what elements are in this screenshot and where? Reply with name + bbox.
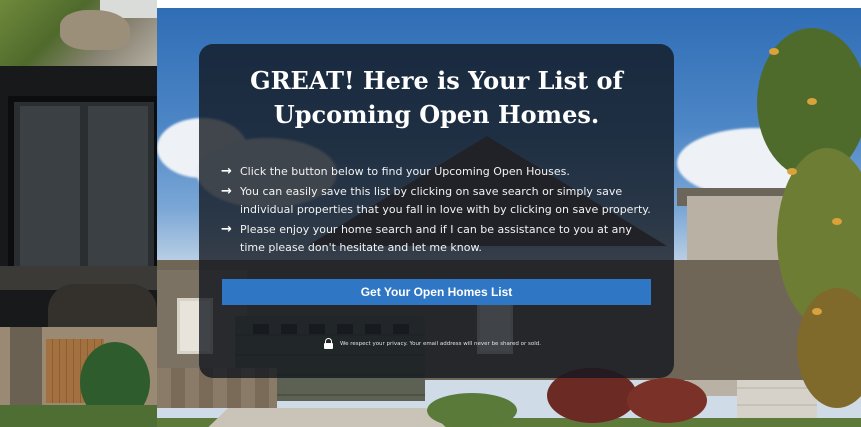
- leaf: [807, 98, 817, 105]
- arrow-right-icon: →: [221, 184, 232, 199]
- photo-yard-thumbnail: [0, 327, 157, 427]
- info-bullet-list: → Click the button below to find your Up…: [221, 163, 651, 259]
- info-bullet: → Please enjoy your home search and if I…: [221, 221, 651, 257]
- get-open-homes-list-button[interactable]: Get Your Open Homes List: [222, 279, 651, 305]
- house-siding: [10, 327, 42, 407]
- info-bullet: → Click the button below to find your Up…: [221, 163, 651, 181]
- chair: [48, 284, 157, 327]
- bullet-text: Please enjoy your home search and if I c…: [240, 223, 632, 254]
- rock: [60, 10, 130, 50]
- bullet-text: You can easily save this list by clickin…: [240, 185, 651, 216]
- privacy-text: We respect your privacy. Your email addr…: [340, 340, 542, 347]
- leaf: [787, 168, 797, 175]
- open-homes-card: GREAT! Here is Your List of Upcoming Ope…: [199, 44, 674, 378]
- window-pane: [20, 106, 80, 266]
- lawn: [0, 405, 157, 427]
- lock-body: [324, 343, 333, 349]
- leaf: [769, 48, 779, 55]
- shrub: [427, 393, 517, 427]
- shrub: [627, 378, 707, 423]
- card-headline: GREAT! Here is Your List of Upcoming Ope…: [199, 64, 674, 132]
- photo-interior-thumbnail: [0, 66, 157, 327]
- headline-line-1: GREAT! Here is Your List of: [250, 66, 623, 95]
- bullet-text: Click the button below to find your Upco…: [240, 165, 570, 178]
- leaf: [832, 218, 842, 225]
- headline-line-2: Upcoming Open Homes.: [273, 100, 600, 129]
- privacy-notice: We respect your privacy. Your email addr…: [324, 338, 541, 349]
- arrow-right-icon: →: [221, 164, 232, 179]
- lock-icon: [324, 338, 333, 349]
- arrow-right-icon: →: [221, 222, 232, 237]
- photo-garden-thumbnail: [0, 0, 157, 66]
- leaf: [812, 308, 822, 315]
- window-pane: [88, 106, 148, 266]
- driveway: [197, 408, 457, 427]
- info-bullet: → You can easily save this list by click…: [221, 183, 651, 219]
